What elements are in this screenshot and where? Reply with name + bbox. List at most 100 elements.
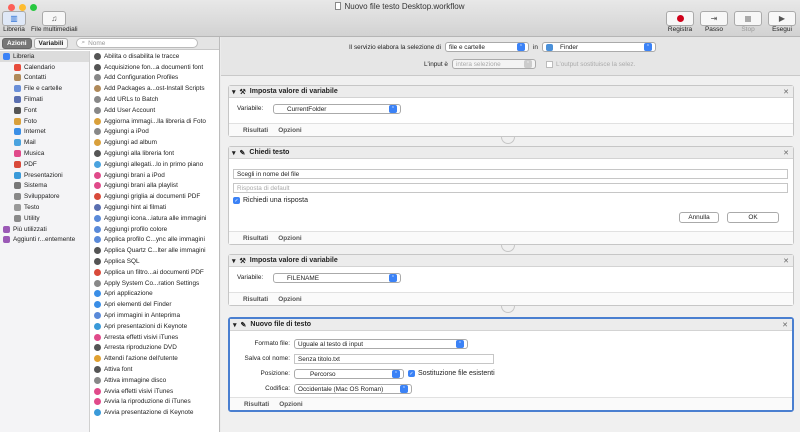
- options-toggle[interactable]: Opzioni: [279, 401, 302, 408]
- tab-actions[interactable]: Azioni: [2, 37, 32, 49]
- service-type-select[interactable]: file e cartelle ⌃: [445, 42, 530, 52]
- close-icon[interactable]: ✕: [783, 257, 789, 265]
- library-category-item[interactable]: Più utilizzati: [0, 224, 89, 235]
- action-item[interactable]: Add User Account: [91, 105, 220, 116]
- ask-text-action[interactable]: ▾ ✎ Chiedi testo ✕ Scegli in nome del file …: [228, 146, 794, 245]
- library-category-item[interactable]: Testo: [0, 202, 89, 213]
- library-category-item[interactable]: Foto: [0, 116, 89, 127]
- cancel-button[interactable]: Annulla: [679, 212, 719, 223]
- action-item[interactable]: Aggiungi brani a iPod: [91, 170, 220, 181]
- close-icon[interactable]: ✕: [783, 149, 789, 157]
- ok-button[interactable]: OK: [727, 212, 779, 223]
- action-item[interactable]: Attiva font: [91, 364, 220, 375]
- variable-select[interactable]: FILENAME ⌃: [273, 273, 401, 283]
- library-category-item[interactable]: Libreria: [0, 51, 89, 62]
- action-item[interactable]: Aggiungi icona...iatura alle immagini: [91, 213, 220, 224]
- action-item[interactable]: Add Configuration Profiles: [91, 73, 220, 84]
- library-category-item[interactable]: Musica: [0, 148, 89, 159]
- results-toggle[interactable]: Risultati: [243, 235, 268, 242]
- library-category-item[interactable]: Internet: [0, 127, 89, 138]
- library-category-item[interactable]: Contatti: [0, 73, 89, 84]
- library-category-item[interactable]: Calendario: [0, 62, 89, 73]
- action-item[interactable]: Apply System Co...ration Settings: [91, 278, 220, 289]
- action-item[interactable]: Attiva immagine disco: [91, 375, 220, 386]
- action-item[interactable]: Avvia effetti visivi iTunes: [91, 386, 220, 397]
- question-field[interactable]: Scegli in nome del file: [233, 169, 788, 179]
- library-category-item[interactable]: File e cartelle: [0, 83, 89, 94]
- action-item[interactable]: Aggiungi alla libreria font: [91, 148, 220, 159]
- action-item[interactable]: Add URLs to Batch: [91, 94, 220, 105]
- set-variable-action-2[interactable]: ▾ ⚒ Imposta valore di variabile ✕ Variabile…: [228, 254, 794, 306]
- action-item[interactable]: Applica SQL: [91, 256, 220, 267]
- tab-variables[interactable]: Variabili: [33, 37, 69, 49]
- action-item[interactable]: Applica un filtro...ai documenti PDF: [91, 267, 220, 278]
- disclosure-triangle-icon[interactable]: ▾: [232, 257, 236, 265]
- new-text-file-action[interactable]: ▾ ✎ Nuovo file di testo ✕ Formato file: Ugu…: [228, 317, 794, 412]
- action-item[interactable]: Apri applicazione: [91, 289, 220, 300]
- action-item[interactable]: Aggiorna immagi...lla libreria di Foto: [91, 116, 220, 127]
- disclosure-triangle-icon[interactable]: ▾: [233, 321, 237, 329]
- options-toggle[interactable]: Opzioni: [278, 127, 301, 134]
- action-icon: [94, 128, 101, 136]
- library-category-item[interactable]: Utility: [0, 213, 89, 224]
- results-toggle[interactable]: Risultati: [243, 127, 268, 134]
- set-variable-action-1[interactable]: ▾ ⚒ Imposta valore di variabile ✕ Variabile…: [228, 85, 794, 137]
- library-category-item[interactable]: Mail: [0, 137, 89, 148]
- options-toggle[interactable]: Opzioni: [278, 235, 301, 242]
- library-category-item[interactable]: PDF: [0, 159, 89, 170]
- disclosure-triangle-icon[interactable]: ▾: [232, 149, 236, 157]
- library-category-item[interactable]: Font: [0, 105, 89, 116]
- replace-existing-checkbox[interactable]: ✓ Sostituzione file esistenti: [408, 370, 495, 377]
- run-button[interactable]: ▶ Esegui: [768, 11, 796, 33]
- action-item[interactable]: Avvia presentazione di Keynote: [91, 407, 220, 418]
- library-category-item[interactable]: Sistema: [0, 181, 89, 192]
- action-item[interactable]: Arresta riproduzione DVD: [91, 343, 220, 354]
- close-icon[interactable]: ✕: [783, 88, 789, 96]
- action-item[interactable]: Aggiungi brani alla playlist: [91, 181, 220, 192]
- service-app-select[interactable]: Finder ⌃: [542, 42, 656, 52]
- action-item[interactable]: Attendi l'azione dell'utente: [91, 353, 220, 364]
- library-category-item[interactable]: Aggiunti r...entemente: [0, 235, 89, 246]
- step-button[interactable]: ⇥ Passo: [700, 11, 728, 33]
- default-answer-field[interactable]: Risposta di default: [233, 183, 788, 193]
- stop-button[interactable]: Stop: [734, 11, 762, 33]
- action-item[interactable]: Aggiungi a iPod: [91, 127, 220, 138]
- question-value: Scegli in nome del file: [237, 170, 300, 178]
- input-select[interactable]: intera selezione ⌃: [451, 59, 536, 69]
- action-item[interactable]: Aggiungi ad album: [91, 137, 220, 148]
- results-toggle[interactable]: Risultati: [244, 401, 269, 408]
- action-item[interactable]: Aggiungi griglia ai documenti PDF: [91, 191, 220, 202]
- action-item[interactable]: Acquisizione fon...a documenti font: [91, 62, 220, 73]
- action-item[interactable]: Applica profilo C...ync alle immagini: [91, 235, 220, 246]
- action-item[interactable]: Avvia la riproduzione di iTunes: [91, 397, 220, 408]
- library-category-item[interactable]: Sviluppatore: [0, 191, 89, 202]
- action-item[interactable]: Apri presentazioni di Keynote: [91, 321, 220, 332]
- action-item[interactable]: Applica Quartz C...lter alle immagini: [91, 245, 220, 256]
- variable-select[interactable]: CurrentFolder ⌃: [273, 104, 401, 114]
- library-category-item[interactable]: Presentazioni: [0, 170, 89, 181]
- action-item[interactable]: Aggiungi hint ai filmati: [91, 202, 220, 213]
- action-item[interactable]: Apri elementi del Finder: [91, 299, 220, 310]
- format-select[interactable]: Uguale al testo di input ⌃: [294, 339, 468, 349]
- require-answer-checkbox[interactable]: ✓ Richiedi una risposta: [233, 197, 308, 204]
- save-as-field[interactable]: Senza titolo.txt: [294, 354, 494, 364]
- disclosure-triangle-icon[interactable]: ▾: [232, 88, 236, 96]
- search-input[interactable]: ⌕ Nome: [76, 38, 199, 48]
- action-item[interactable]: Arresta effetti visivi iTunes: [91, 332, 220, 343]
- results-toggle[interactable]: Risultati: [243, 296, 268, 303]
- options-toggle[interactable]: Opzioni: [278, 296, 301, 303]
- media-button[interactable]: ♫ File multimediali: [31, 11, 78, 33]
- position-select[interactable]: Percorso ⌃: [294, 369, 404, 379]
- action-item[interactable]: Add Packages a...ost-Install Scripts: [91, 83, 220, 94]
- action-item[interactable]: Aggiungi profilo colore: [91, 224, 220, 235]
- library-button[interactable]: ▥ Libreria: [2, 11, 26, 33]
- encoding-select[interactable]: Occidentale (Mac OS Roman) ⌃: [294, 384, 412, 394]
- action-item[interactable]: Apri immagini in Anteprima: [91, 310, 220, 321]
- close-icon[interactable]: ✕: [782, 321, 788, 329]
- replace-selection-checkbox[interactable]: L'output sostituisce la selez.: [545, 60, 635, 68]
- action-item[interactable]: Abilita o disabilita le tracce: [91, 51, 220, 62]
- record-button[interactable]: Registra: [666, 11, 694, 33]
- action-item[interactable]: Aggiungi allegati...lo in primo piano: [91, 159, 220, 170]
- library-category-label: Internet: [24, 128, 46, 136]
- library-category-item[interactable]: Filmati: [0, 94, 89, 105]
